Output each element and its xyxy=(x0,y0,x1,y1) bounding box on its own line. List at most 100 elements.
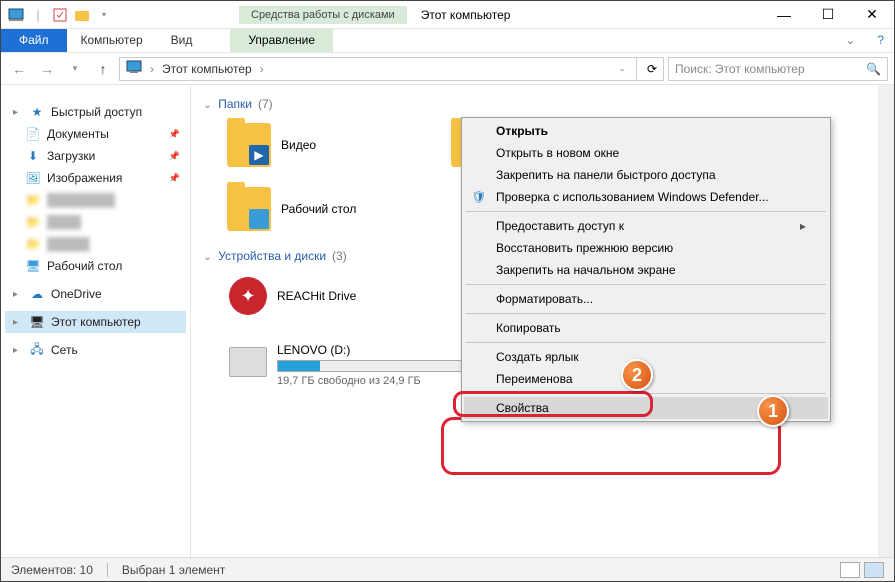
drive-reachit[interactable]: ✦ REACHit Drive xyxy=(223,271,483,321)
close-button[interactable]: ✕ xyxy=(850,1,894,29)
menu-share-access[interactable]: Предоставить доступ к ▸ xyxy=(464,215,828,237)
folder-icon xyxy=(227,187,271,231)
recent-dropdown-icon[interactable]: ▾ xyxy=(63,57,87,81)
sidebar-pictures[interactable]: 🖼 Изображения 📌 xyxy=(5,167,186,189)
menu-restore-version[interactable]: Восстановить прежнюю версию xyxy=(464,237,828,259)
sidebar-documents[interactable]: 📄Документы📌 xyxy=(5,123,186,145)
star-icon: ★ xyxy=(29,104,45,120)
folder-label: Рабочий стол xyxy=(281,202,356,216)
menu-label: Закрепить на панели быстрого доступа xyxy=(496,168,716,182)
sidebar-item[interactable]: 📁████ xyxy=(5,211,186,233)
scrollbar[interactable] xyxy=(878,85,894,557)
tab-computer[interactable]: Компьютер xyxy=(67,29,157,52)
breadcrumb-sep-icon[interactable]: › xyxy=(150,62,154,76)
tab-view[interactable]: Вид xyxy=(157,29,207,52)
file-tab[interactable]: Файл xyxy=(1,29,67,52)
picture-icon: 🖼 xyxy=(25,170,41,186)
drive-label: LENOVO (D:) xyxy=(277,343,477,357)
address-box[interactable]: › Этот компьютер › ⌄ ⟳ xyxy=(119,57,664,81)
new-folder-qat-icon[interactable] xyxy=(73,6,91,24)
back-button[interactable]: ← xyxy=(7,57,31,81)
menu-separator xyxy=(466,211,826,212)
sidebar-item[interactable]: 📁█████ xyxy=(5,233,186,255)
sidebar-quick-access[interactable]: ▸★ Быстрый доступ xyxy=(5,101,186,123)
sidebar-item-label: Сеть xyxy=(51,343,78,357)
drive-label: REACHit Drive xyxy=(277,289,356,303)
group-folders-header[interactable]: ⌄ Папки (7) xyxy=(203,97,882,111)
view-tiles-button[interactable] xyxy=(864,562,884,578)
shield-icon: 🛡 xyxy=(470,188,488,206)
maximize-button[interactable]: ☐ xyxy=(806,1,850,29)
ribbon-collapse-icon[interactable]: ⌄ xyxy=(833,29,867,52)
sidebar-network[interactable]: ▸🖧Сеть xyxy=(5,339,186,361)
tab-manage[interactable]: Управление xyxy=(230,29,333,52)
title-bar: | ▾ Средства работы с дисками Этот компь… xyxy=(1,1,894,29)
network-icon: 🖧 xyxy=(29,342,45,358)
sidebar-downloads[interactable]: ⬇ Загрузки 📌 xyxy=(5,145,186,167)
divider xyxy=(107,563,108,577)
navigation-pane: ▸★ Быстрый доступ 📄Документы📌 ⬇ Загрузки 📌… xyxy=(1,85,191,557)
menu-label: Открыть в новом окне xyxy=(496,146,619,160)
pc-icon: 🖥 xyxy=(29,314,45,330)
properties-qat-icon[interactable] xyxy=(51,6,69,24)
ribbon-tabs: Файл Компьютер Вид Управление ⌄ ? xyxy=(1,29,894,53)
history-dropdown-icon[interactable]: ⌄ xyxy=(618,63,626,74)
reachit-icon: ✦ xyxy=(229,277,267,315)
sidebar-this-pc[interactable]: ▸🖥Этот компьютер xyxy=(5,311,186,333)
menu-pin-quick-access[interactable]: Закрепить на панели быстрого доступа xyxy=(464,164,828,186)
folder-desktop[interactable]: Рабочий стол xyxy=(223,183,423,235)
menu-separator xyxy=(466,284,826,285)
minimize-button[interactable]: — xyxy=(762,1,806,29)
refresh-icon[interactable]: ⟳ xyxy=(647,62,657,76)
sidebar-desktop[interactable]: 🖥 Рабочий стол xyxy=(5,255,186,277)
pin-icon: 📌 xyxy=(169,173,180,184)
up-button[interactable]: ↑ xyxy=(91,57,115,81)
menu-format[interactable]: Форматировать... xyxy=(464,288,828,310)
status-selection: Выбран 1 элемент xyxy=(122,563,225,577)
sidebar-item[interactable]: 📁████████ xyxy=(5,189,186,211)
folder-video[interactable]: ▶ Видео xyxy=(223,119,423,171)
view-details-button[interactable] xyxy=(840,562,860,578)
group-count: (7) xyxy=(258,97,273,111)
sidebar-item-label: Изображения xyxy=(47,171,122,185)
search-placeholder: Поиск: Этот компьютер xyxy=(675,62,805,76)
breadcrumb[interactable]: Этот компьютер xyxy=(162,62,252,76)
sidebar-item-label: Этот компьютер xyxy=(51,315,141,329)
pin-icon: 📌 xyxy=(169,151,180,162)
menu-defender-scan[interactable]: 🛡 Проверка с использованием Windows Defen… xyxy=(464,186,828,208)
menu-create-shortcut[interactable]: Создать ярлык xyxy=(464,346,828,368)
breadcrumb-sep-icon[interactable]: › xyxy=(260,62,264,76)
pin-icon: 📌 xyxy=(169,129,180,140)
menu-copy[interactable]: Копировать xyxy=(464,317,828,339)
view-switcher xyxy=(840,562,884,578)
help-icon[interactable]: ? xyxy=(867,29,894,52)
sidebar-item-label: Рабочий стол xyxy=(47,259,122,273)
sidebar-onedrive[interactable]: ▸☁OneDrive xyxy=(5,283,186,305)
menu-pin-start[interactable]: Закрепить на начальном экране xyxy=(464,259,828,281)
search-icon[interactable]: 🔍 xyxy=(866,62,881,76)
chevron-down-icon: ⌄ xyxy=(203,98,212,111)
group-label: Папки xyxy=(218,97,252,111)
menu-label: Свойства xyxy=(496,401,549,415)
status-bar: Элементов: 10 Выбран 1 элемент xyxy=(1,557,894,581)
menu-separator xyxy=(466,393,826,394)
sidebar-item-label: Загрузки xyxy=(47,149,95,163)
menu-rename[interactable]: Переименова xyxy=(464,368,828,390)
forward-button: → xyxy=(35,57,59,81)
menu-properties[interactable]: Свойства xyxy=(464,397,828,419)
menu-label: Предоставить доступ к xyxy=(496,219,624,233)
window-title: Этот компьютер xyxy=(421,8,511,22)
drive-d[interactable]: LENOVO (D:) 19,7 ГБ свободно из 24,9 ГБ xyxy=(223,337,483,393)
menu-separator xyxy=(466,342,826,343)
status-item-count: Элементов: 10 xyxy=(11,563,93,577)
menu-open[interactable]: Открыть xyxy=(464,120,828,142)
submenu-arrow-icon: ▸ xyxy=(800,219,806,233)
menu-label: Проверка с использованием Windows Defend… xyxy=(496,190,769,204)
qat-dropdown-icon[interactable]: ▾ xyxy=(95,6,113,24)
search-input[interactable]: Поиск: Этот компьютер 🔍 xyxy=(668,57,888,81)
desktop-icon: 🖥 xyxy=(25,258,41,274)
menu-open-new-window[interactable]: Открыть в новом окне xyxy=(464,142,828,164)
download-icon: ⬇ xyxy=(25,148,41,164)
menu-label: Восстановить прежнюю версию xyxy=(496,241,673,255)
sidebar-item-label: Быстрый доступ xyxy=(51,105,142,119)
